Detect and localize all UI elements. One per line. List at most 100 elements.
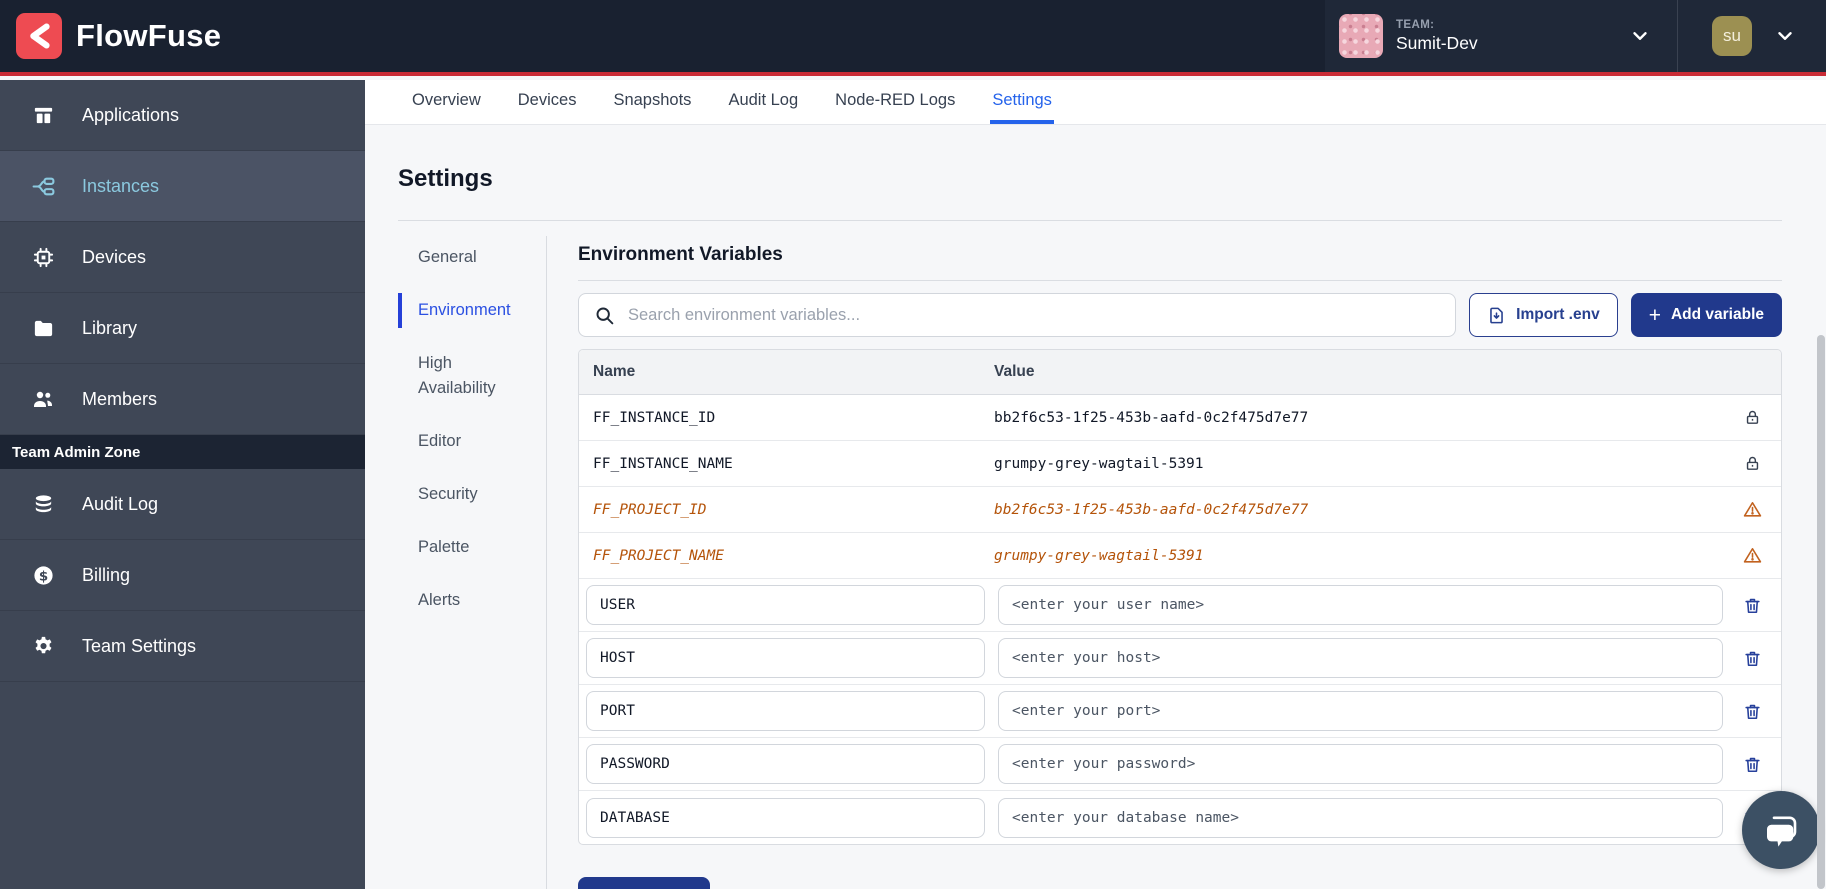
env-var-name-input[interactable] — [586, 691, 985, 731]
plus-icon: + — [1649, 305, 1661, 326]
members-icon — [30, 387, 56, 411]
tab-overview[interactable]: Overview — [410, 80, 483, 124]
delete-variable-button[interactable] — [1723, 649, 1781, 668]
sidebar-item-billing[interactable]: $ Billing — [0, 540, 365, 611]
search-icon — [594, 305, 615, 326]
sidebar-item-label: Members — [82, 389, 157, 410]
delete-variable-button[interactable] — [1723, 596, 1781, 615]
scrollbar-thumb[interactable] — [1817, 335, 1825, 889]
instance-tabbar: Overview Devices Snapshots Audit Log Nod… — [365, 80, 1826, 125]
env-var-value-input[interactable] — [998, 638, 1723, 678]
env-var-name: FF_INSTANCE_ID — [579, 410, 994, 426]
title-divider — [398, 220, 1782, 221]
table-header: Name Value — [579, 350, 1781, 395]
section-title: Environment Variables — [578, 236, 1782, 266]
tab-devices[interactable]: Devices — [516, 80, 579, 124]
env-var-name-input[interactable] — [586, 638, 985, 678]
tab-settings[interactable]: Settings — [990, 80, 1054, 124]
sidebar-item-label: Applications — [82, 105, 179, 126]
sidebar-item-label: Team Settings — [82, 636, 196, 657]
env-var-name-input[interactable] — [586, 744, 985, 784]
chevron-down-icon — [1629, 25, 1651, 47]
env-var-value: bb2f6c53-1f25-453b-aafd-0c2f475d7e77 — [994, 410, 1723, 426]
env-var-name: FF_INSTANCE_NAME — [579, 456, 994, 472]
lock-icon — [1723, 455, 1781, 472]
add-variable-button[interactable]: + Add variable — [1631, 293, 1782, 337]
chat-icon — [1760, 809, 1802, 851]
sidebar-item-label: Audit Log — [82, 494, 158, 515]
table-row-editable — [579, 791, 1781, 844]
subnav-item-editor[interactable]: Editor — [398, 429, 518, 454]
env-var-value-input[interactable] — [998, 691, 1723, 731]
env-var-value-input[interactable] — [998, 744, 1723, 784]
env-var-value-input[interactable] — [998, 798, 1723, 838]
flowfuse-logo-icon — [16, 13, 62, 59]
billing-icon: $ — [30, 564, 56, 587]
table-row: FF_INSTANCE_NAME grumpy-grey-wagtail-539… — [579, 441, 1781, 487]
chat-widget-button[interactable] — [1742, 791, 1820, 869]
sidebar-item-team-settings[interactable]: Team Settings — [0, 611, 365, 682]
subnav-item-palette[interactable]: Palette — [398, 535, 518, 560]
sidebar-item-label: Devices — [82, 247, 146, 268]
section-divider — [578, 280, 1782, 281]
sidebar-item-members[interactable]: Members — [0, 364, 365, 435]
subnav-item-high-availability[interactable]: High Availability — [398, 351, 518, 401]
table-row-editable — [579, 738, 1781, 791]
env-var-value: grumpy-grey-wagtail-5391 — [994, 548, 1723, 564]
env-variables-table: Name Value FF_INSTANCE_ID bb2f6c53-1f25-… — [578, 349, 1782, 845]
sidebar-item-library[interactable]: Library — [0, 293, 365, 364]
save-settings-button[interactable]: Save settings — [578, 877, 710, 889]
table-row-editable — [579, 632, 1781, 685]
import-env-button[interactable]: Import .env — [1469, 293, 1618, 337]
env-var-name-input[interactable] — [586, 585, 985, 625]
page-title: Settings — [398, 125, 1782, 193]
column-header-name: Name — [579, 363, 994, 381]
sidebar-item-label: Instances — [82, 176, 159, 197]
brand-logo[interactable]: FlowFuse — [0, 0, 221, 72]
subnav-item-environment[interactable]: Environment — [398, 298, 518, 323]
warning-icon — [1723, 546, 1781, 565]
search-input[interactable] — [628, 306, 1440, 325]
sidebar-item-audit-log[interactable]: Audit Log — [0, 469, 365, 540]
table-row-editable — [579, 685, 1781, 738]
user-menu[interactable]: su — [1677, 0, 1826, 72]
table-row-editable — [579, 579, 1781, 632]
lock-icon — [1723, 409, 1781, 426]
tab-node-red-logs[interactable]: Node-RED Logs — [833, 80, 957, 124]
warning-icon — [1723, 500, 1781, 519]
main-content: Overview Devices Snapshots Audit Log Nod… — [365, 80, 1826, 889]
table-row: FF_INSTANCE_ID bb2f6c53-1f25-453b-aafd-0… — [579, 395, 1781, 441]
devices-icon — [30, 246, 56, 269]
brand-name: FlowFuse — [76, 18, 221, 54]
team-name: Sumit-Dev — [1396, 33, 1478, 54]
env-var-name: FF_PROJECT_NAME — [579, 548, 994, 564]
team-selector[interactable]: TEAM: Sumit-Dev — [1325, 0, 1677, 72]
sidebar-item-applications[interactable]: Applications — [0, 80, 365, 151]
subnav-item-alerts[interactable]: Alerts — [398, 588, 518, 613]
team-admin-zone-label: Team Admin Zone — [0, 435, 365, 469]
tab-snapshots[interactable]: Snapshots — [611, 80, 693, 124]
chevron-down-icon — [1774, 25, 1796, 47]
subnav-item-security[interactable]: Security — [398, 482, 518, 507]
env-var-name-input[interactable] — [586, 798, 985, 838]
sidebar-item-instances[interactable]: Instances — [0, 151, 365, 222]
sidebar-item-label: Billing — [82, 565, 130, 586]
tab-audit-log[interactable]: Audit Log — [726, 80, 800, 124]
top-header: FlowFuse TEAM: Sumit-Dev su — [0, 0, 1826, 76]
env-toolbar: Import .env + Add variable — [578, 293, 1782, 337]
subnav-item-general[interactable]: General — [398, 245, 518, 270]
applications-icon — [30, 104, 56, 127]
sidebar-item-devices[interactable]: Devices — [0, 222, 365, 293]
env-var-value-input[interactable] — [998, 585, 1723, 625]
env-var-name: FF_PROJECT_ID — [579, 502, 994, 518]
gear-icon — [30, 635, 56, 658]
env-var-value: grumpy-grey-wagtail-5391 — [994, 456, 1723, 472]
audit-log-icon — [30, 493, 56, 516]
delete-variable-button[interactable] — [1723, 702, 1781, 721]
instances-icon — [30, 174, 56, 199]
table-row-deprecated: FF_PROJECT_NAME grumpy-grey-wagtail-5391 — [579, 533, 1781, 579]
environment-panel: Environment Variables Import .env — [547, 236, 1782, 889]
team-label: TEAM: — [1396, 19, 1478, 31]
delete-variable-button[interactable] — [1723, 755, 1781, 774]
svg-text:$: $ — [38, 569, 47, 584]
